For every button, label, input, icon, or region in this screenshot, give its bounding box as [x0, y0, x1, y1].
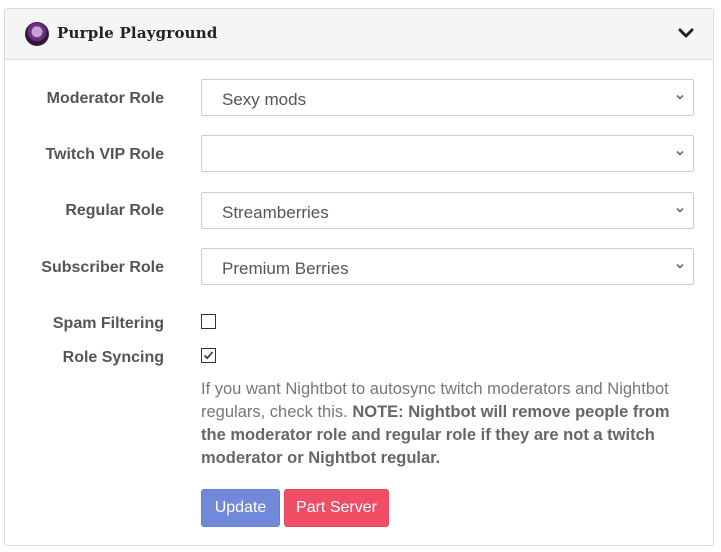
- vip-role-label: Twitch VIP Role: [45, 146, 164, 163]
- chevron-down-icon: [676, 95, 684, 100]
- regular-role-select[interactable]: Streamberries: [201, 192, 694, 229]
- chevron-down-icon: [676, 151, 684, 156]
- role-syncing-checkbox[interactable]: [201, 348, 216, 363]
- subscriber-role-select[interactable]: Premium Berries: [201, 248, 694, 285]
- regular-role-value: Streamberries: [222, 203, 329, 222]
- role-syncing-label: Role Syncing: [62, 349, 164, 366]
- chevron-down-icon: [676, 208, 684, 213]
- vip-role-select[interactable]: [201, 135, 694, 172]
- moderator-role-value: Sexy mods: [222, 90, 307, 109]
- moderator-role-label: Moderator Role: [46, 90, 164, 107]
- part-server-button[interactable]: Part Server: [284, 489, 389, 527]
- role-sync-help: If you want Nightbot to autosync twitch …: [201, 378, 691, 470]
- moderator-role-select[interactable]: Sexy mods: [201, 79, 694, 116]
- chevron-down-icon: [676, 264, 684, 269]
- panel-header[interactable]: Purple Playground: [5, 9, 713, 60]
- server-name: Purple Playground: [57, 24, 218, 42]
- regular-role-label: Regular Role: [65, 202, 164, 219]
- spam-filtering-label: Spam Filtering: [52, 315, 164, 332]
- checkmark-icon: [203, 351, 214, 360]
- subscriber-role-value: Premium Berries: [222, 259, 349, 278]
- server-avatar: [25, 22, 49, 46]
- server-panel: Purple Playground Moderator Role Sexy mo…: [4, 8, 714, 546]
- chevron-down-icon[interactable]: [677, 24, 695, 42]
- spam-filtering-checkbox[interactable]: [201, 314, 216, 329]
- subscriber-role-label: Subscriber Role: [41, 259, 164, 276]
- update-button[interactable]: Update: [201, 489, 280, 527]
